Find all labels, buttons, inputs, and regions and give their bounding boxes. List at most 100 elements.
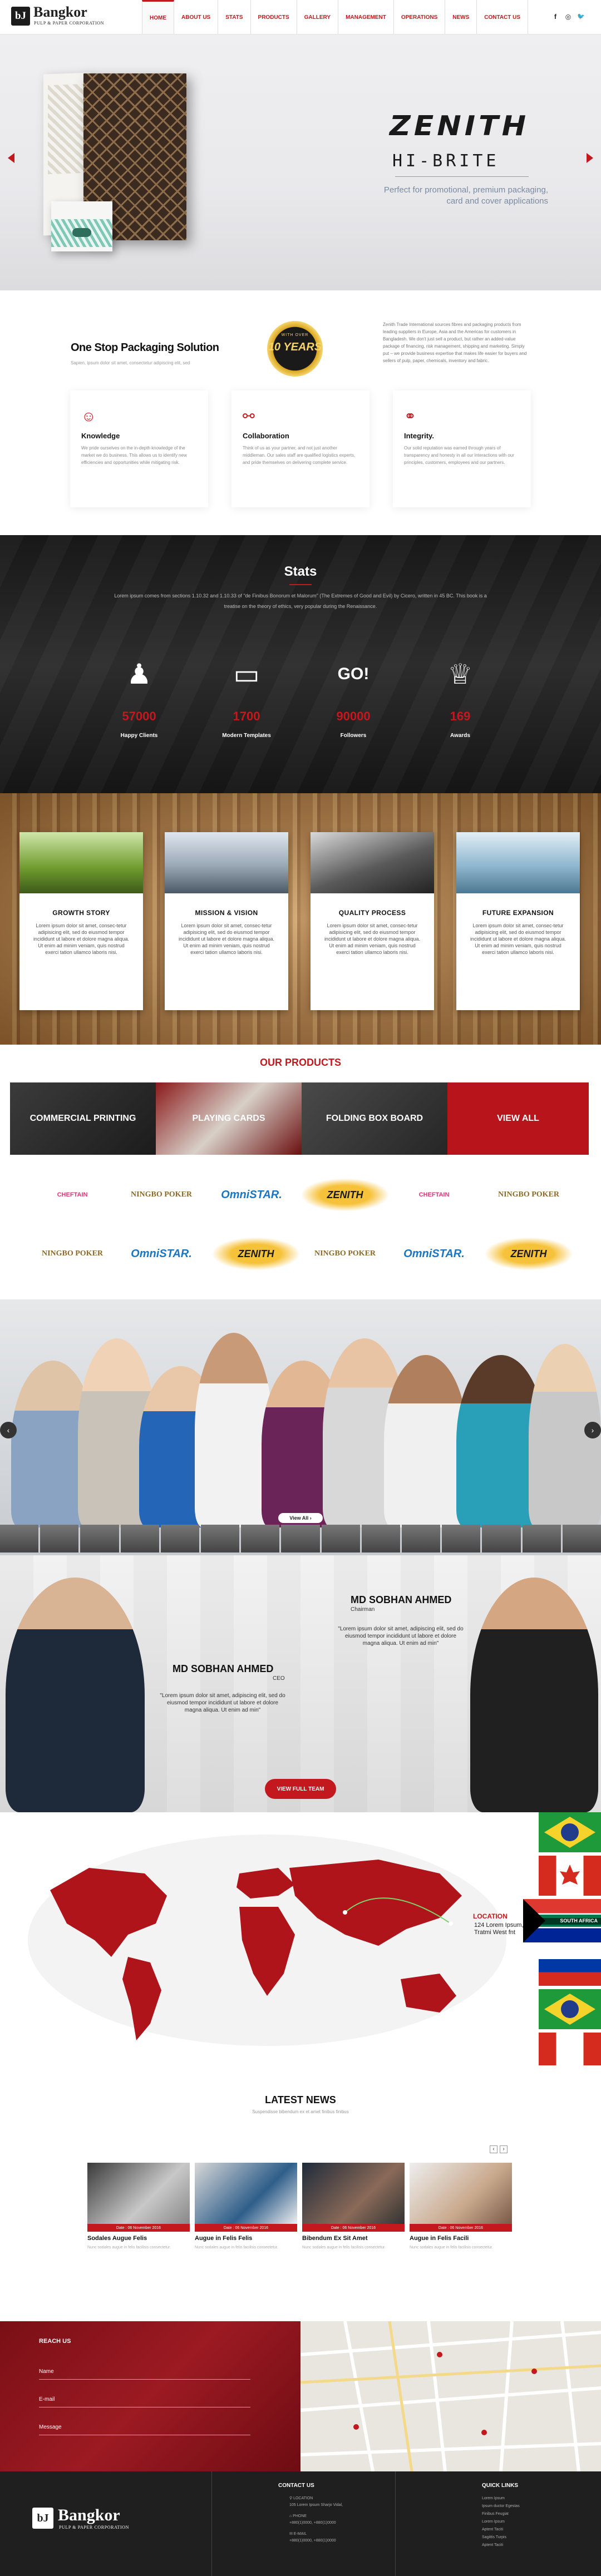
instagram-icon[interactable]: ◎ [564,12,573,21]
nav-operations[interactable]: OPERATIONS [394,0,446,34]
news-image [410,2163,512,2224]
news-prev-icon[interactable]: ‹ [490,2145,497,2153]
brand-logo[interactable]: CHEFTAIN [390,1178,479,1212]
slider-next-icon[interactable] [587,153,593,163]
gallery-thumbnail[interactable] [0,1525,39,1552]
gallery-thumbnail[interactable] [522,1525,561,1552]
gallery-thumbnail[interactable] [482,1525,521,1552]
nav-about-us[interactable]: ABOUT US [174,0,219,34]
chairman-quote: "Lorem ipsum dolor sit amet, adipiscing … [338,1626,464,1647]
nav-home[interactable]: HOME [142,0,174,34]
news-card[interactable]: Date : 06 November 2016 Augue in Felis F… [410,2163,512,2251]
gallery-thumbnail[interactable] [281,1525,320,1552]
nav-gallery[interactable]: GALLERY [297,0,339,34]
brand-logo[interactable]: NINGBO POKER [484,1178,573,1212]
brand-logo[interactable]: ZENITH [484,1237,573,1270]
news-card[interactable]: Date : 06 November 2016 Sodales Augue Fe… [87,2163,190,2251]
footer-link[interactable]: Lorem Ipsum [482,2496,505,2501]
footer-link[interactable]: Aptent Taciti [482,2527,503,2533]
story-card-text: Lorem ipsum dolor sit amet, consec-tetur… [178,923,275,955]
story-card-expansion[interactable]: FUTURE EXPANSION Lorem ipsum dolor sit a… [456,832,580,1010]
facebook-icon[interactable]: f [551,12,560,21]
flag-canada[interactable] [539,1856,601,1896]
gallery-view-all-button[interactable]: View All › [278,1513,323,1523]
gallery-thumbnail[interactable] [361,1525,401,1552]
brand-logo[interactable]: ZENITH [300,1178,390,1212]
view-full-team-button[interactable]: VIEW FULL TEAM [265,1779,336,1799]
news-card[interactable]: Date : 06 November 2016 Augue in Felis F… [195,2163,297,2251]
gallery-thumbnail[interactable] [442,1525,481,1552]
footer-link[interactable]: Finibus Feugiat [482,2511,509,2517]
nav-stats[interactable]: STATS [218,0,251,34]
flag-russia[interactable] [539,1946,601,1986]
logo-mark[interactable]: bJ [11,7,30,26]
value-card-text: Our solid reputation was earned through … [404,446,514,465]
slider-prev-icon[interactable] [8,153,14,163]
brand-logo[interactable]: OmniSTAR. [117,1237,206,1270]
product-playing-cards[interactable]: PLAYING CARDS [156,1082,302,1155]
logo-subtitle: PULP & PAPER CORPORATION [34,21,105,26]
gallery-thumbnail[interactable] [80,1525,119,1552]
hero-tagline: Perfect for promotional, premium packagi… [383,185,548,206]
message-field[interactable]: Message [39,2424,250,2435]
gallery-thumbnail[interactable] [562,1525,601,1552]
story-card-growth[interactable]: GROWTH STORY Lorem ipsum dolor sit amet,… [19,832,143,1010]
flag-brazil[interactable] [539,1812,601,1852]
team-member [384,1355,467,1527]
footer-link[interactable]: Aptent Taciti [482,2543,503,2548]
email-field[interactable]: E-mail [39,2396,250,2407]
location-title: LOCATION [473,1912,508,1920]
gallery-thumbnail[interactable] [201,1525,240,1552]
nav-contact-us[interactable]: CONTACT US [477,0,529,34]
integrity-icon: ⚭ [404,408,416,424]
brand-logo[interactable]: OmniSTAR. [390,1237,479,1270]
gallery-thumbnail[interactable] [160,1525,200,1552]
gallery-thumbnail[interactable] [241,1525,280,1552]
product-folding-box-board[interactable]: FOLDING BOX BOARD [302,1082,447,1155]
news-next-icon[interactable]: › [500,2145,508,2153]
logo-mark-text: bJ [14,10,27,22]
gallery-thumbnail[interactable] [120,1525,159,1552]
ceo-role: CEO [273,1675,285,1682]
news-card-title: Augue in Felis Facili [410,2235,469,2242]
location-map[interactable] [300,2321,601,2471]
flag-south-africa[interactable]: SOUTH AFRICA [523,1899,601,1942]
view-all-products-button[interactable]: VIEW ALL [447,1082,589,1155]
nav-news[interactable]: NEWS [445,0,477,34]
news-card[interactable]: Date : 06 November 2016 Bibendum Ex Sit … [302,2163,405,2251]
logo-name[interactable]: Bangkor [33,4,87,20]
brand-logo[interactable]: NINGBO POKER [28,1237,117,1270]
story-card-text: Lorem ipsum dolor sit amet, consec-tetur… [470,923,566,955]
brand-logo[interactable]: ZENITH [211,1237,300,1270]
nav-management[interactable]: MANAGEMENT [338,0,394,34]
site-header: bJ Bangkor PULP & PAPER CORPORATION HOME… [0,0,601,34]
flag-brazil[interactable] [539,1989,601,2029]
brand-logo[interactable]: NINGBO POKER [117,1178,206,1212]
news-card-title: Sodales Augue Felis [87,2235,147,2242]
brand-logo[interactable]: OmniSTAR. [207,1178,296,1212]
product-commercial-printing[interactable]: COMMERCIAL PRINTING [10,1082,156,1155]
gallery-next-button[interactable]: › [584,1422,601,1438]
footer-contact-title: CONTACT US [278,2483,314,2489]
footer-logo-mark[interactable]: bJ [32,2508,53,2529]
footer-link[interactable]: Ipsum ductor Egestas [482,2504,520,2509]
brand-logo[interactable]: NINGBO POKER [300,1237,390,1270]
gallery-thumbnail[interactable] [40,1525,79,1552]
gallery-thumbnail[interactable] [402,1525,441,1552]
twitter-icon[interactable]: 🐦 [577,12,585,21]
gallery-thumbnail[interactable] [321,1525,360,1552]
footer-contact-line: 105 Lorem Ipsum Sharjo Vidal, [289,2503,343,2507]
reach-us-form: REACH US Name E-mail Message [0,2321,300,2471]
flag-canada[interactable] [539,2033,601,2065]
news-card-text: Nunc sodales augue in felis facilisis co… [302,2246,386,2249]
gallery-prev-button[interactable]: ‹ [0,1422,17,1438]
footer-link[interactable]: Sagittis Turpis [482,2535,506,2540]
story-card-quality[interactable]: QUALITY PROCESS Lorem ipsum dolor sit am… [311,832,434,1010]
nav-products[interactable]: PRODUCTS [251,0,297,34]
name-field[interactable]: Name [39,2369,250,2380]
brand-logo[interactable]: CHEFTAIN [28,1178,117,1212]
story-card-mission[interactable]: MISSION & VISION Lorem ipsum dolor sit a… [165,832,288,1010]
footer-link[interactable]: Lorem Ipsum [482,2519,505,2525]
chairman-portrait [470,1578,598,1812]
trophy-icon: ♕ [447,659,473,690]
